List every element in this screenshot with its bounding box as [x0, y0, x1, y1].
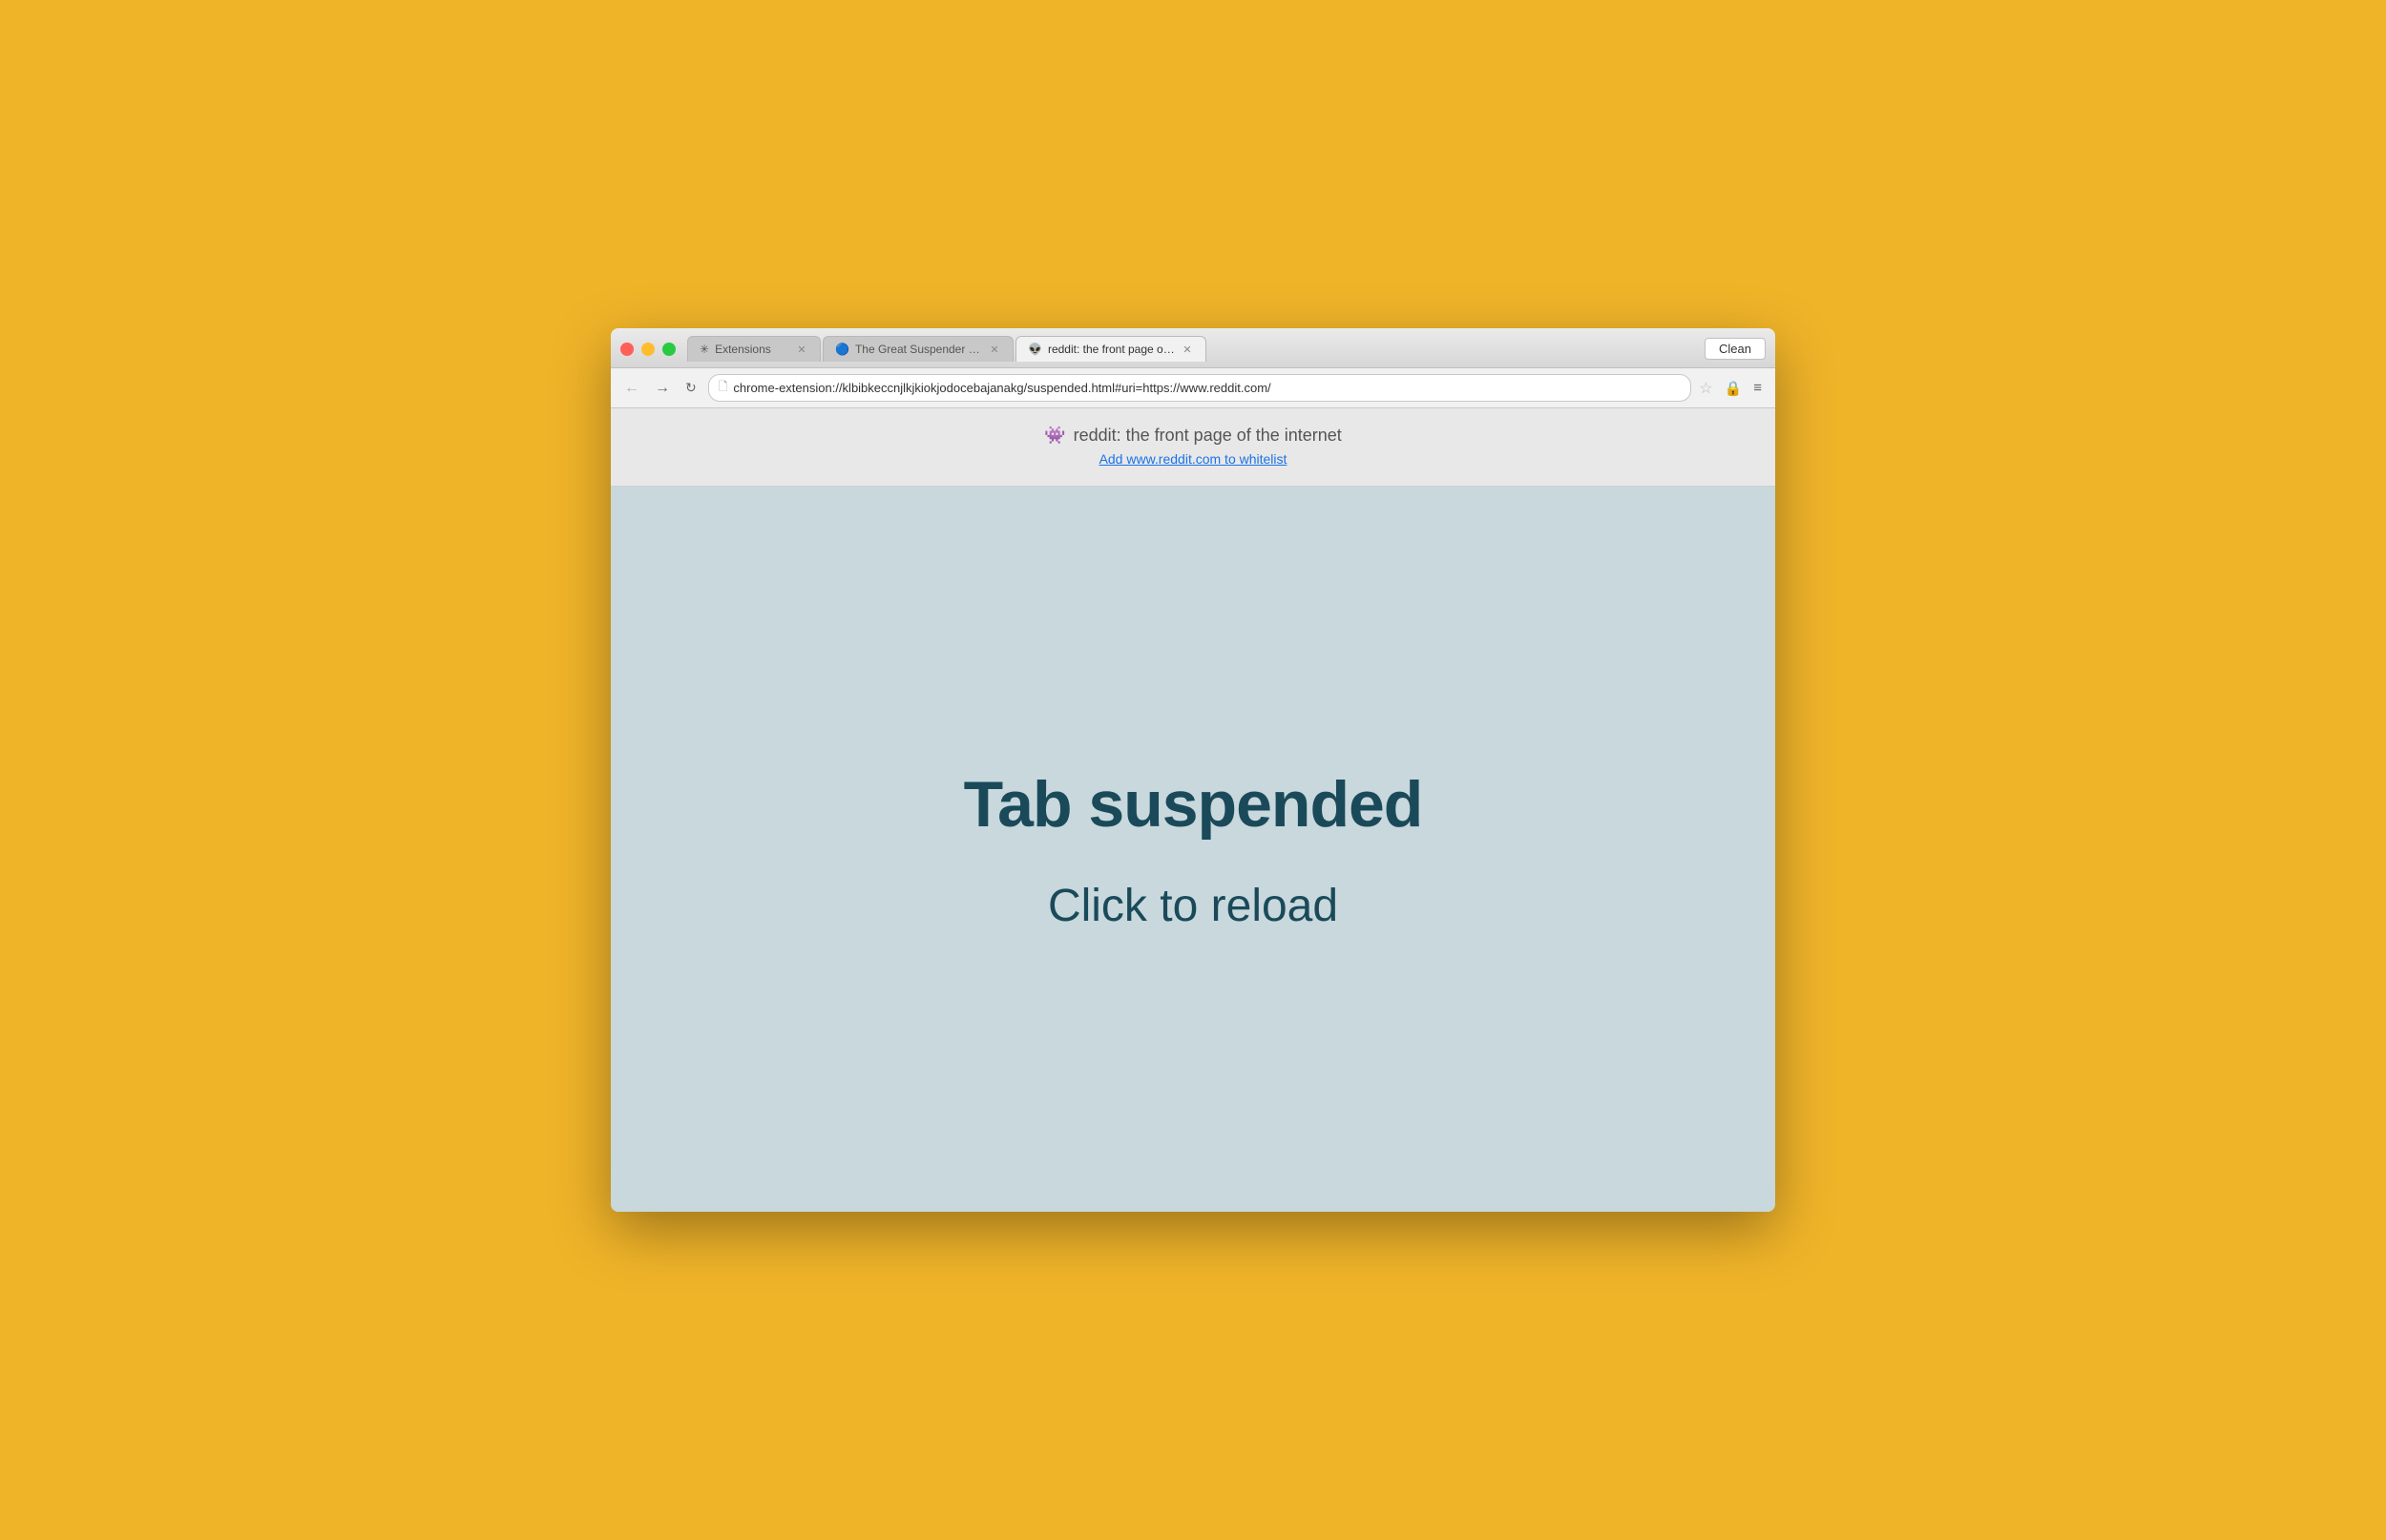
- refresh-button[interactable]: ↻: [681, 378, 701, 398]
- page-icon: 🗋: [719, 378, 728, 398]
- extension-icon[interactable]: 🔒: [1721, 378, 1747, 399]
- click-to-reload-text: Click to reload: [1048, 880, 1338, 932]
- site-title-text: reddit: the front page of the internet: [1074, 426, 1342, 446]
- page-header: 👾 reddit: the front page of the internet…: [611, 408, 1775, 487]
- tab-reddit-label: reddit: the front page of th…: [1048, 343, 1175, 356]
- address-bar: ← → ↻ 🗋 ☆ 🔒 ≡: [611, 368, 1775, 408]
- great-suspender-tab-icon: 🔵: [835, 343, 849, 356]
- tabs-row: ✳ Extensions ✕ 🔵 The Great Suspender - C…: [687, 336, 1248, 362]
- tab-suspended-heading: Tab suspended: [964, 767, 1423, 842]
- maximize-button[interactable]: [662, 343, 676, 356]
- browser-window: ✳ Extensions ✕ 🔵 The Great Suspender - C…: [611, 328, 1775, 1212]
- tab-extensions-close[interactable]: ✕: [795, 343, 808, 356]
- toolbar-icons: 🔒 ≡: [1721, 378, 1766, 399]
- tab-great-suspender-label: The Great Suspender - Ch…: [855, 343, 982, 356]
- reddit-logo-icon: 👾: [1044, 426, 1065, 446]
- whitelist-link[interactable]: Add www.reddit.com to whitelist: [1099, 451, 1287, 467]
- forward-button[interactable]: →: [651, 378, 674, 399]
- tab-extensions-label: Extensions: [715, 343, 789, 356]
- tab-extensions[interactable]: ✳ Extensions ✕: [687, 336, 821, 362]
- tab-empty: [1208, 350, 1246, 362]
- minimize-button[interactable]: [641, 343, 655, 356]
- site-title-row: 👾 reddit: the front page of the internet: [630, 426, 1756, 446]
- extensions-tab-icon: ✳: [700, 343, 709, 356]
- back-button[interactable]: ←: [620, 378, 643, 399]
- tab-reddit[interactable]: 👽 reddit: the front page of th… ✕: [1015, 336, 1206, 362]
- url-bar[interactable]: 🗋: [708, 374, 1691, 402]
- window-controls: [620, 343, 676, 356]
- tab-great-suspender-close[interactable]: ✕: [988, 343, 1001, 356]
- bookmark-star-icon[interactable]: ☆: [1699, 379, 1712, 398]
- clean-button[interactable]: Clean: [1705, 338, 1766, 360]
- tab-great-suspender[interactable]: 🔵 The Great Suspender - Ch… ✕: [823, 336, 1014, 362]
- title-bar: ✳ Extensions ✕ 🔵 The Great Suspender - C…: [611, 328, 1775, 368]
- suspended-page-content[interactable]: Tab suspended Click to reload: [611, 487, 1775, 1212]
- close-button[interactable]: [620, 343, 634, 356]
- reddit-tab-icon: 👽: [1028, 343, 1042, 356]
- menu-icon[interactable]: ≡: [1749, 378, 1766, 398]
- url-input[interactable]: [733, 381, 1681, 395]
- tab-reddit-close[interactable]: ✕: [1181, 343, 1194, 356]
